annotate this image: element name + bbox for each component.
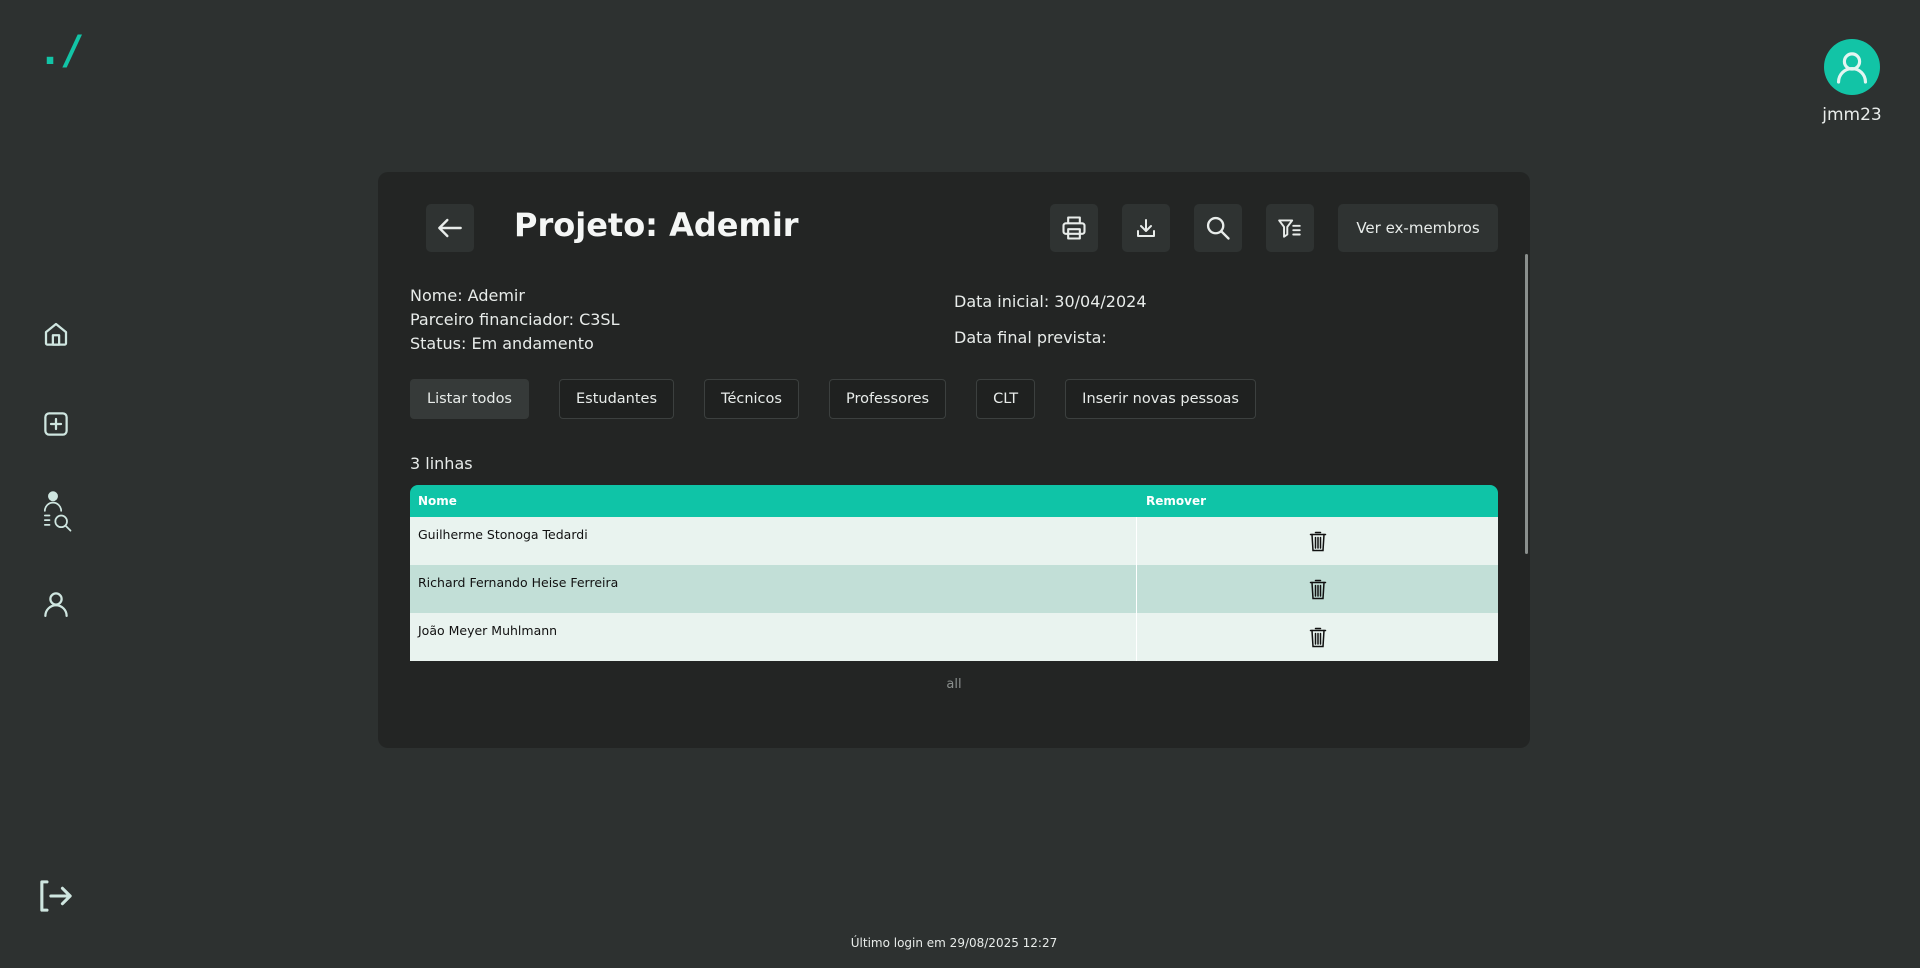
ex-members-button[interactable]: Ver ex-membros <box>1338 204 1498 252</box>
project-info-left: Nome: Ademir Parceiro financiador: C3SL … <box>410 284 620 356</box>
remove-button[interactable] <box>1137 565 1498 613</box>
project-start-date: Data inicial: 30/04/2024 <box>954 292 1147 311</box>
app-logo[interactable]: ./ <box>38 28 84 74</box>
logout-button[interactable] <box>36 876 76 916</box>
plus-square-icon <box>44 412 68 436</box>
pagination-all[interactable]: all <box>378 677 1530 692</box>
scrollbar[interactable] <box>1525 254 1528 554</box>
sidebar-item-profile[interactable] <box>36 584 76 624</box>
username: jmm23 <box>1822 105 1882 125</box>
user-menu[interactable]: jmm23 <box>1817 39 1887 125</box>
filter-technicians[interactable]: Técnicos <box>704 379 799 419</box>
filter-clt[interactable]: CLT <box>976 379 1036 419</box>
trash-icon <box>1309 531 1326 552</box>
search-button[interactable] <box>1194 204 1242 252</box>
user-icon <box>44 592 68 617</box>
sidebar-item-search-people[interactable] <box>40 491 80 532</box>
user-search-icon <box>43 491 72 532</box>
filter-all[interactable]: Listar todos <box>410 379 529 419</box>
insert-people-button[interactable]: Inserir novas pessoas <box>1065 379 1256 419</box>
print-button[interactable] <box>1050 204 1098 252</box>
download-icon <box>1137 219 1155 237</box>
project-name: Nome: Ademir <box>410 286 525 305</box>
print-icon <box>1062 216 1086 240</box>
user-icon <box>1836 52 1868 84</box>
sidebar-item-add[interactable] <box>36 404 76 444</box>
table-row: João Meyer Muhlmann <box>410 613 1498 661</box>
home-icon <box>44 322 68 346</box>
filter-icon <box>1278 219 1301 238</box>
last-login-text: Último login em 29/08/2025 12:27 <box>850 936 1058 950</box>
table-row: Guilherme Stonoga Tedardi <box>410 517 1498 565</box>
project-status: Status: Em andamento <box>410 334 594 353</box>
remove-button[interactable] <box>1137 517 1498 565</box>
logout-icon <box>40 880 72 912</box>
filter-button[interactable] <box>1266 204 1314 252</box>
remove-button[interactable] <box>1137 613 1498 661</box>
sidebar-item-home[interactable] <box>36 314 76 354</box>
trash-icon <box>1309 579 1326 600</box>
filter-bar: Listar todos Estudantes Técnicos Profess… <box>410 379 1256 419</box>
members-table: Nome Remover Guilherme Stonoga Tedardi R… <box>410 485 1498 661</box>
member-name: Richard Fernando Heise Ferreira <box>410 565 1137 613</box>
back-button[interactable] <box>426 204 474 252</box>
member-name: João Meyer Muhlmann <box>410 613 1137 661</box>
member-name: Guilherme Stonoga Tedardi <box>410 517 1137 565</box>
back-arrow-icon <box>438 218 462 238</box>
table-row: Richard Fernando Heise Ferreira <box>410 565 1498 613</box>
download-button[interactable] <box>1122 204 1170 252</box>
search-icon <box>1206 216 1230 240</box>
trash-icon <box>1309 627 1326 648</box>
table-header: Nome Remover <box>410 485 1498 517</box>
row-count: 3 linhas <box>410 454 473 473</box>
avatar[interactable] <box>1824 39 1880 95</box>
page-title: Projeto: Ademir <box>514 206 799 244</box>
project-card: Projeto: Ademir Ver ex-membros Nome: Ade… <box>378 172 1530 748</box>
project-end-date: Data final prevista: <box>954 328 1107 347</box>
column-header-name[interactable]: Nome <box>410 494 1138 508</box>
column-header-remove[interactable]: Remover <box>1138 494 1206 508</box>
project-info-right: Data inicial: 30/04/2024 Data final prev… <box>954 290 1147 350</box>
project-partner: Parceiro financiador: C3SL <box>410 310 620 329</box>
filter-professors[interactable]: Professores <box>828 379 947 419</box>
filter-students[interactable]: Estudantes <box>559 379 675 419</box>
